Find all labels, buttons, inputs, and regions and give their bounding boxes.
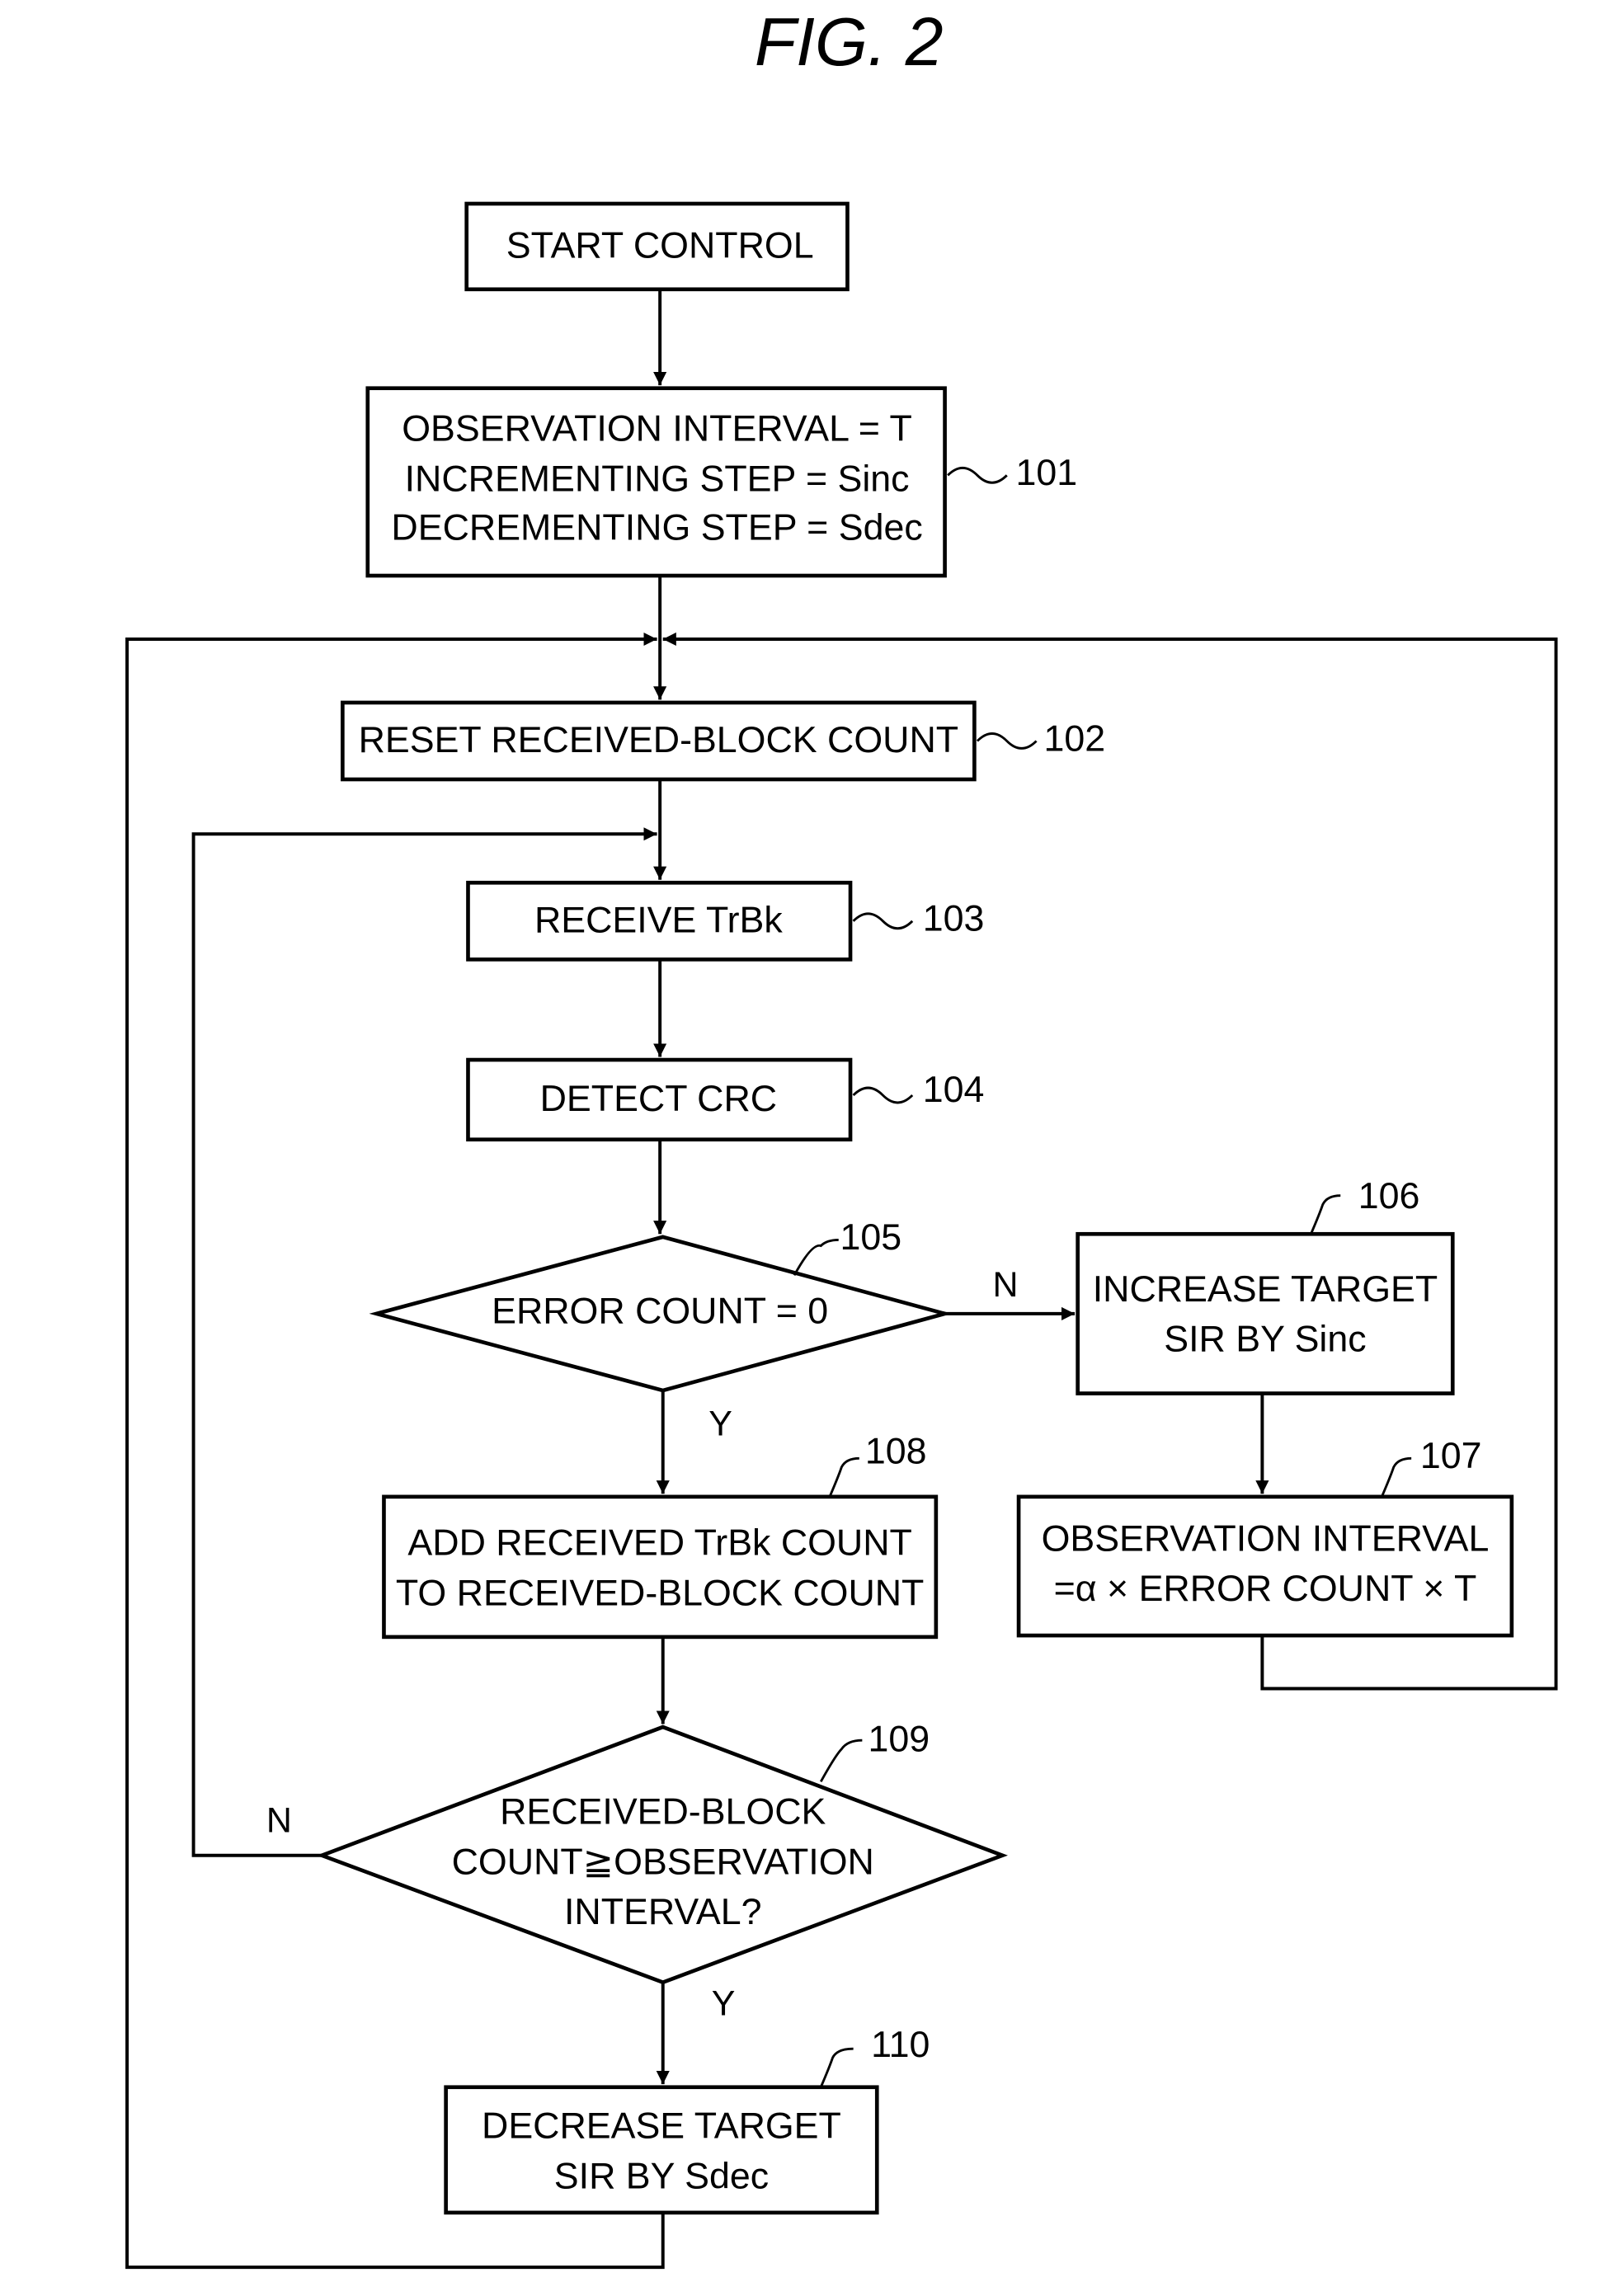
leader-104 [852,1086,914,1104]
step-110-line-2: SIR BY Sdec [554,2156,769,2197]
step-101-box: OBSERVATION INTERVAL = T INCREMENTING ST… [365,386,947,578]
step-108-line-2: TO RECEIVED-BLOCK COUNT [396,1573,924,1614]
decision-109-yes-label: Y [712,1984,736,2024]
step-104-box: DETECT CRC [466,1057,853,1142]
step-108-box: ADD RECEIVED TrBk COUNT TO RECEIVED-BLOC… [382,1494,939,1640]
figure-title: FIG. 2 [755,4,944,80]
decision-109: RECEIVED-BLOCK COUNT≧OBSERVATION INTERVA… [316,1724,1008,1985]
ref-107: 107 [1420,1435,1482,1476]
flowchart: FIG. 2 START CONTROL OBSERVATION INTERVA… [125,4,1558,2270]
ref-104: 104 [923,1069,985,1110]
step-108-line-1: ADD RECEIVED TrBk COUNT [407,1522,911,1564]
step-107-line-1: OBSERVATION INTERVAL [1042,1517,1490,1559]
step-110-box: DECREASE TARGET SIR BY Sdec [444,2085,879,2215]
step-106-line-2: SIR BY Sinc [1164,1319,1366,1360]
ref-108: 108 [865,1431,927,1472]
ref-110: 110 [871,2024,930,2065]
leader-101 [947,466,1008,484]
decision-109-line-1: RECEIVED-BLOCK [500,1790,826,1832]
leader-105 [793,1238,839,1277]
step-102-text: RESET RECEIVED-BLOCK COUNT [359,719,958,760]
decision-105-text: ERROR COUNT = 0 [492,1291,828,1332]
leader-108 [828,1456,859,1498]
decision-109-line-3: INTERVAL? [564,1891,762,1932]
step-107-box: OBSERVATION INTERVAL =α × ERROR COUNT × … [1016,1494,1514,1638]
ref-106: 106 [1358,1175,1420,1216]
step-104-text: DETECT CRC [540,1078,777,1119]
step-110-line-1: DECREASE TARGET [482,2106,841,2147]
leader-103 [852,912,914,930]
decision-109-line-2: COUNT≧OBSERVATION [452,1841,874,1882]
step-101-line-1: OBSERVATION INTERVAL = T [402,407,912,449]
decision-105: ERROR COUNT = 0 [369,1235,953,1393]
leader-102 [976,732,1038,750]
step-102-box: RESET RECEIVED-BLOCK COUNT [341,700,977,782]
ref-102: 102 [1043,718,1105,759]
ref-101: 101 [1015,452,1077,493]
start-box: START CONTROL [464,201,850,292]
start-text: START CONTROL [506,224,814,266]
decision-105-no-label: N [992,1265,1018,1305]
decision-105-yes-label: Y [708,1404,732,1443]
ref-109: 109 [868,1719,930,1760]
leader-107 [1381,1456,1412,1498]
leader-110 [819,2047,854,2088]
step-106-box: INCREASE TARGET SIR BY Sinc [1076,1231,1455,1395]
decision-109-no-label: N [266,1801,292,1841]
step-101-line-2: INCREMENTING STEP = Sinc [405,458,910,499]
leader-109 [819,1739,863,1782]
step-106-line-1: INCREASE TARGET [1093,1268,1438,1310]
step-107-line-2: =α × ERROR COUNT × T [1054,1568,1477,1609]
step-103-box: RECEIVE TrBk [466,880,853,962]
ref-105: 105 [840,1216,902,1258]
ref-103: 103 [923,898,985,939]
step-103-text: RECEIVE TrBk [534,899,783,940]
step-101-line-3: DECREMENTING STEP = Sdec [391,506,922,548]
leader-106 [1310,1194,1341,1235]
